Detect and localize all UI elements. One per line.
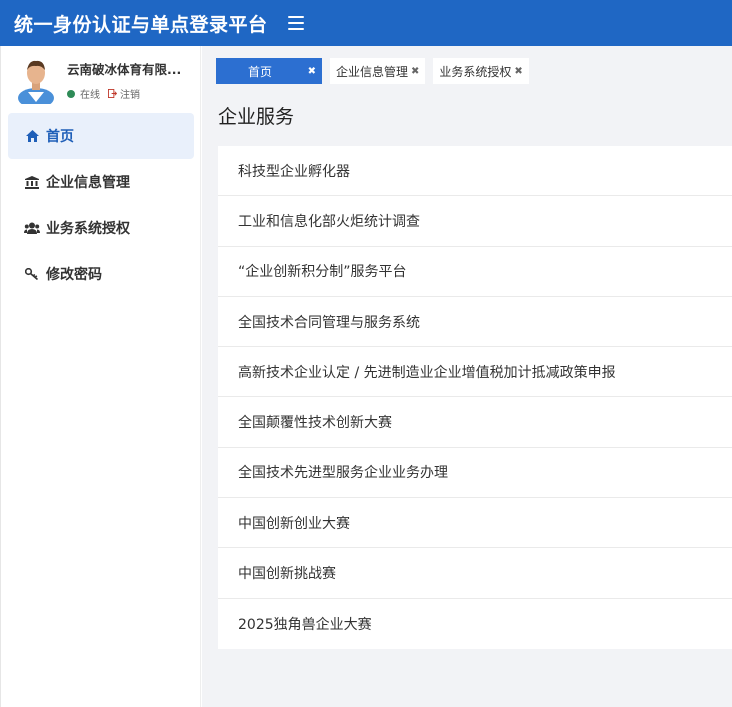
list-item[interactable]: 科技型企业孵化器 [218,146,732,197]
user-name: 云南破冰体育有限... [67,62,182,77]
tab-label: 企业信息管理 [336,64,409,79]
tab-system-auth[interactable]: 业务系统授权 ✖ [433,58,529,84]
menu-toggle-icon[interactable] [287,16,304,30]
user-status: 在线 注销 [67,86,140,101]
logout-icon[interactable] [108,89,117,98]
tab-label: 业务系统授权 [439,64,512,79]
list-item[interactable]: 全国技术合同管理与服务系统 [218,297,732,348]
key-icon [24,266,40,282]
users-icon [24,220,40,236]
close-icon[interactable]: ✖ [308,66,316,77]
list-item[interactable]: 全国颠覆性技术创新大赛 [218,397,732,448]
sidebar-item-label: 业务系统授权 [46,221,130,237]
tab-bar: 首页 ✖ 企业信息管理 ✖ 业务系统授权 ✖ [216,58,537,84]
user-panel: 云南破冰体育有限... 在线 注销 [1,46,200,110]
close-icon[interactable]: ✖ [514,66,522,77]
sidebar-item-label: 首页 [46,129,74,145]
list-item[interactable]: “企业创新积分制”服务平台 [218,247,732,297]
sidebar: 云南破冰体育有限... 在线 注销 首页 企业信息管理 业务系统授权 修改密码 [0,46,201,707]
sidebar-item-home[interactable]: 首页 [8,113,194,159]
tab-label: 首页 [248,64,273,79]
list-item[interactable]: 2025独角兽企业大赛 [218,599,732,649]
sidebar-item-label: 企业信息管理 [46,175,130,191]
home-icon [24,128,40,144]
service-list: 科技型企业孵化器 工业和信息化部火炬统计调查 “企业创新积分制”服务平台 全国技… [218,146,732,649]
sidebar-item-system-auth[interactable]: 业务系统授权 [8,205,194,251]
sidebar-item-label: 修改密码 [46,267,102,283]
logout-link[interactable]: 注销 [120,86,140,101]
sidebar-item-enterprise-info[interactable]: 企业信息管理 [8,159,194,205]
avatar [18,60,54,104]
bank-icon [24,174,40,190]
list-item[interactable]: 全国技术先进型服务企业业务办理 [218,448,732,499]
page-title: 企业服务 [218,106,295,128]
tab-enterprise-info[interactable]: 企业信息管理 ✖ [330,58,426,84]
close-icon[interactable]: ✖ [411,66,419,77]
top-bar: 统一身份认证与单点登录平台 [0,0,732,46]
list-item[interactable]: 工业和信息化部火炬统计调查 [218,196,732,247]
sidebar-item-change-password[interactable]: 修改密码 [8,251,194,297]
list-item[interactable]: 中国创新创业大赛 [218,498,732,549]
app-title: 统一身份认证与单点登录平台 [14,13,268,36]
main-content: 首页 ✖ 企业信息管理 ✖ 业务系统授权 ✖ 企业服务 科技型企业孵化器 工业和… [202,46,732,707]
online-label: 在线 [80,90,100,101]
online-dot-icon [67,89,75,98]
list-item[interactable]: 高新技术企业认定 / 先进制造业企业增值税加计抵减政策申报 [218,347,732,398]
tab-home[interactable]: 首页 ✖ [216,58,322,84]
list-item[interactable]: 中国创新挑战赛 [218,548,732,599]
